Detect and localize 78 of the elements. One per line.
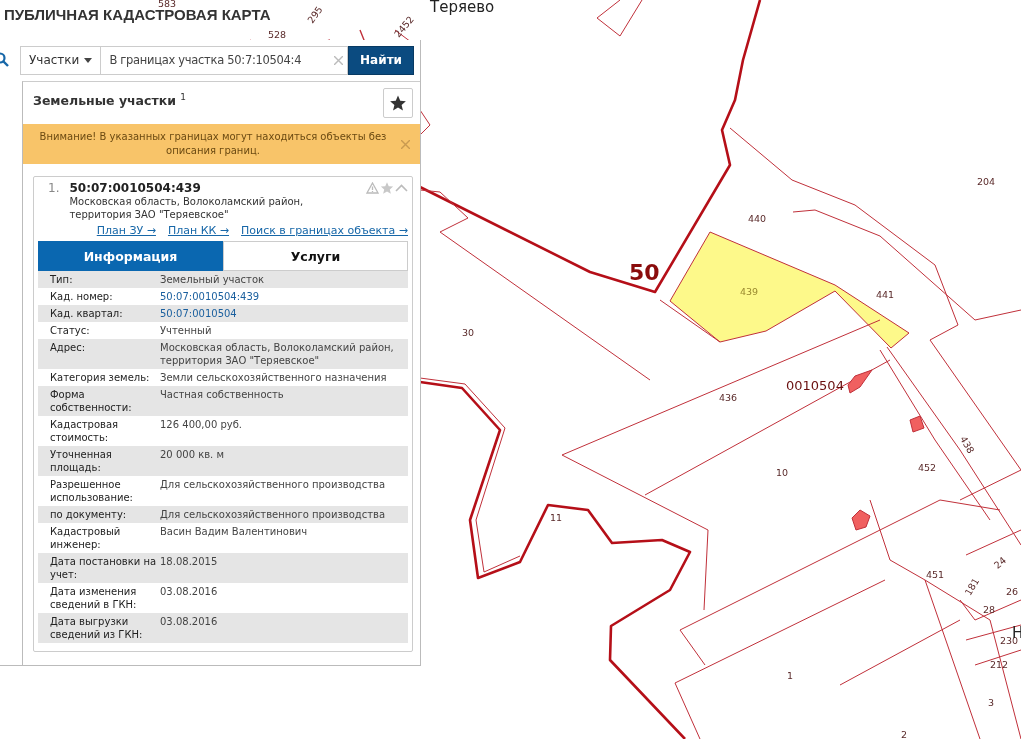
map-label: 452	[918, 463, 937, 473]
favorites-button[interactable]	[383, 88, 413, 118]
detail-link[interactable]: 50:07:0010504	[160, 307, 402, 320]
detail-value: Земли сельскохозяйственного назначения	[160, 371, 388, 384]
map-label: 440	[748, 214, 767, 224]
plan-link[interactable]: План ЗУ →	[96, 224, 156, 237]
detail-label: Форма собственности:	[50, 388, 133, 414]
detail-label: Кадастровый инженер:	[50, 525, 122, 551]
warning-icon[interactable]	[366, 182, 379, 194]
map-label: 181	[963, 576, 981, 597]
map-label: 2	[901, 730, 908, 739]
map-label: 436	[719, 393, 738, 403]
plan-link[interactable]: План КК →	[167, 224, 230, 237]
detail-value: Для сельскохозяйственного производства	[160, 508, 387, 521]
detail-label: Дата изменения сведений в ГКН:	[50, 585, 138, 611]
detail-value: Учтенный	[160, 324, 213, 337]
detail-label: Тип:	[50, 273, 74, 286]
star-icon	[389, 94, 407, 112]
map-label: 10	[776, 468, 789, 478]
close-icon[interactable]	[401, 139, 410, 149]
map-label: 24	[992, 555, 1008, 571]
detail-label: Дата выгрузки сведений из ГКН:	[50, 615, 144, 641]
map-label: 0010504	[786, 379, 844, 392]
map-label: 439	[740, 287, 759, 297]
tab[interactable]: Информация	[38, 241, 223, 271]
map-label: 230	[1000, 636, 1019, 646]
item-address: Московская область, Волоколамский район, территория ЗАО "Теряевское"	[69, 195, 305, 221]
detail-value: Московская область, Волоколамский район, территория ЗАО "Теряевское"	[160, 341, 395, 367]
tab[interactable]: Услуги	[223, 241, 408, 271]
place-label: Теряево	[430, 0, 495, 15]
caret-icon	[84, 57, 93, 63]
detail-label: Кадастровая стоимость:	[50, 418, 120, 444]
detail-value: Земельный участок	[160, 273, 266, 286]
find-button[interactable]: Найти	[348, 45, 414, 75]
map-label: 441	[876, 290, 895, 300]
results-heading: Земельные участки $^{1}$	[33, 91, 187, 109]
map-label: 50	[629, 262, 660, 284]
warning-text: Внимание! В указанных границах могут находиться объекты без описания границ.	[38, 130, 388, 158]
map-label: 26	[1006, 587, 1019, 597]
detail-label: Кад. номер:	[50, 290, 114, 303]
detail-value: Для сельскохозяйственного производства	[160, 478, 387, 492]
detail-value: 18.08.2015	[160, 555, 219, 569]
search-field[interactable]: В границах участка 50:7:10504:4	[100, 45, 349, 75]
map-label: 451	[926, 570, 945, 580]
map-label: 212	[990, 660, 1009, 670]
map-label: 1	[787, 671, 794, 681]
detail-label: по документу:	[50, 508, 128, 521]
map-label: 583	[158, 0, 177, 9]
detail-value: 20 000 кв. м	[160, 448, 225, 462]
plan-link[interactable]: Поиск в границах объекта →	[241, 224, 408, 237]
detail-label: Дата постановки на учет:	[50, 555, 158, 581]
detail-label: Уточненная площадь:	[50, 448, 113, 474]
detail-value: 03.08.2016	[160, 615, 219, 629]
map-label: 438	[958, 434, 976, 455]
chevron-up-icon[interactable]	[395, 183, 408, 193]
map-label: 30	[462, 328, 475, 338]
map-label: 11	[550, 513, 563, 523]
cadastral-number[interactable]: 50:07:0010504:439	[69, 181, 356, 195]
map-label: 528	[268, 30, 287, 40]
search-input[interactable]: В границах участка 50:7:10504:4	[109, 53, 332, 67]
star-icon	[380, 181, 394, 195]
detail-value: 03.08.2016	[160, 585, 219, 599]
detail-label: Адрес:	[50, 341, 87, 355]
map-label: 204	[977, 177, 996, 187]
detail-label: Кад. квартал:	[50, 307, 124, 320]
clear-icon[interactable]	[334, 55, 344, 65]
detail-label: Разрешенное использование:	[50, 478, 134, 504]
detail-label: Категория земель:	[50, 371, 151, 384]
detail-value: Васин Вадим Валентинович	[160, 525, 309, 539]
map-label: 28	[983, 605, 996, 615]
page-title: ПУБЛИЧНАЯ КАДАСТРОВАЯ КАРТА	[4, 6, 271, 23]
detail-link[interactable]: 50:07:0010504:439	[160, 290, 402, 303]
type-dropdown[interactable]: Участки	[20, 45, 101, 75]
detail-value: Частная собственность	[160, 388, 285, 402]
item-index: 1.	[48, 181, 60, 195]
detail-label: Статус:	[50, 324, 91, 337]
detail-value: 126 400,00 руб.	[160, 418, 244, 432]
map-label: 3	[988, 698, 995, 708]
